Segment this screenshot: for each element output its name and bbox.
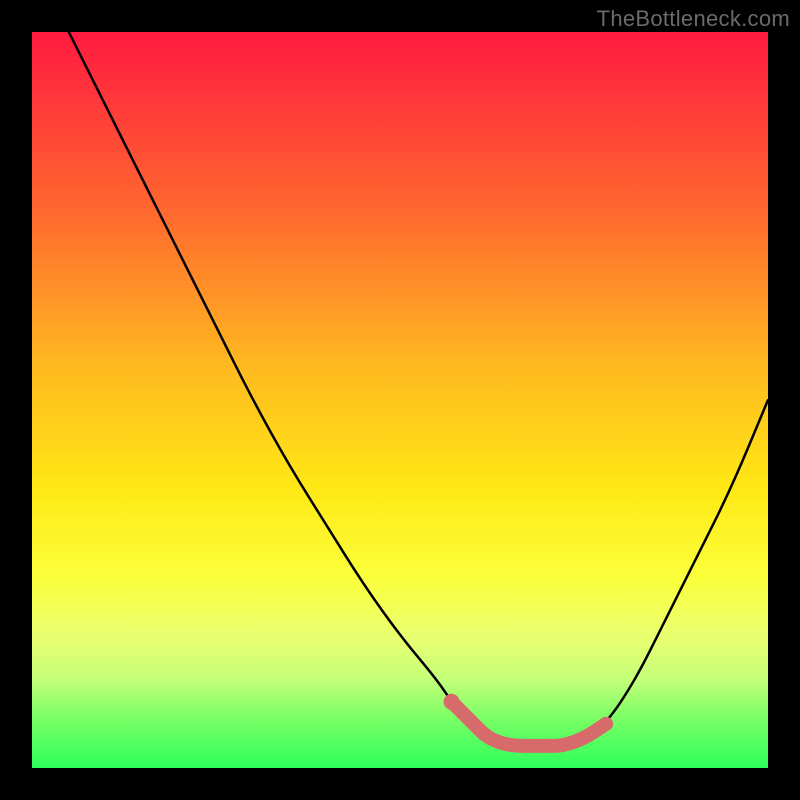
chart-container: TheBottleneck.com bbox=[0, 0, 800, 800]
plot-area bbox=[32, 32, 768, 768]
bottleneck-curve bbox=[69, 32, 768, 746]
watermark-text: TheBottleneck.com bbox=[597, 6, 790, 32]
optimal-band-marker bbox=[452, 702, 607, 746]
marker-dot-right bbox=[599, 717, 613, 731]
curve-svg bbox=[32, 32, 768, 768]
marker-dot-left bbox=[444, 694, 460, 710]
